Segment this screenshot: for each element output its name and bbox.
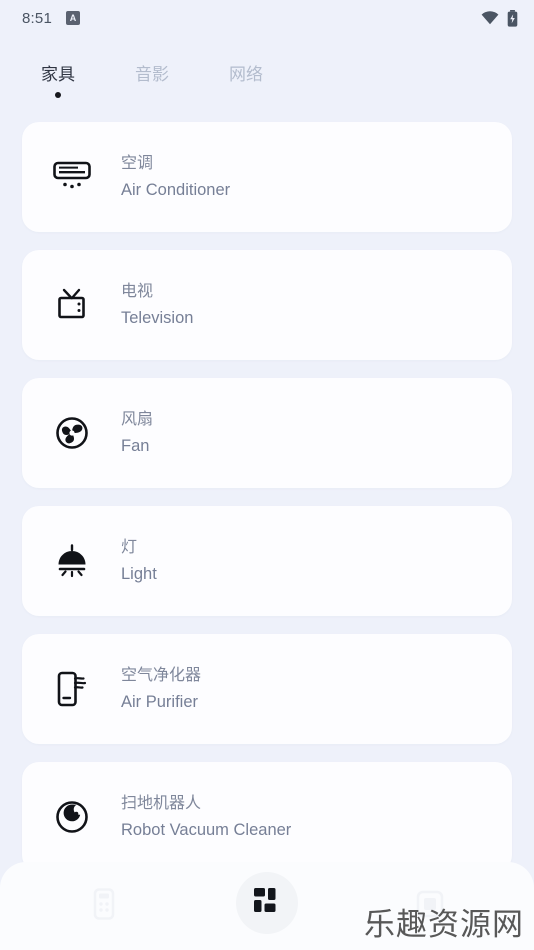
device-name-en: Air Purifier xyxy=(121,693,199,712)
device-name-cn: 电视 xyxy=(121,282,154,300)
tab-label: 网络 xyxy=(229,65,263,84)
device-card-air-conditioner[interactable]: 空调 Air Conditioner xyxy=(22,122,512,232)
device-text: 电视 Television xyxy=(121,283,193,328)
air-conditioner-icon xyxy=(50,155,94,199)
tab-active-indicator xyxy=(55,92,61,99)
device-text: 风扇 Fan xyxy=(121,411,153,456)
status-bar: 8:51 A xyxy=(0,0,534,36)
device-card-fan[interactable]: 风扇 Fan xyxy=(22,378,512,488)
device-text: 扫地机器人 Robot Vacuum Cleaner xyxy=(121,795,291,840)
tab-active-indicator xyxy=(243,92,249,98)
device-name-cn: 灯 xyxy=(121,538,138,556)
device-name-en: Air Conditioner xyxy=(121,181,231,200)
app-notification-badge-icon: A xyxy=(66,11,80,25)
device-list: 空调 Air Conditioner 电视 Television 风扇 Fan … xyxy=(0,122,534,872)
device-name-cn: 空气净化器 xyxy=(121,666,202,684)
device-name-cn: 空调 xyxy=(121,154,154,172)
device-text: 灯 Light xyxy=(121,539,157,584)
scan-frame-icon xyxy=(416,890,444,923)
device-text: 空气净化器 Air Purifier xyxy=(121,667,201,712)
device-name-en: Fan xyxy=(121,437,150,456)
device-name-en: Light xyxy=(121,565,157,584)
status-bar-right xyxy=(481,9,518,27)
grid-dashboard-icon xyxy=(253,887,280,919)
status-time: 8:51 xyxy=(22,9,52,27)
device-card-television[interactable]: 电视 Television xyxy=(22,250,512,360)
nav-dashboard[interactable] xyxy=(235,872,298,934)
nav-remote-control[interactable] xyxy=(81,883,127,929)
air-purifier-icon xyxy=(50,667,94,711)
battery-charging-icon xyxy=(507,9,518,27)
device-text: 空调 Air Conditioner xyxy=(121,155,230,200)
status-bar-left: 8:51 A xyxy=(22,10,80,27)
tab-label: 音影 xyxy=(135,65,169,84)
fan-icon xyxy=(50,411,94,455)
nav-scan[interactable] xyxy=(407,883,453,929)
television-icon xyxy=(50,283,94,327)
bottom-navigation-bar xyxy=(0,862,534,950)
device-card-light[interactable]: 灯 Light xyxy=(22,506,512,616)
device-card-robot-vacuum[interactable]: 扫地机器人 Robot Vacuum Cleaner xyxy=(22,762,512,872)
category-tab-bar: 家具 音影 网络 xyxy=(0,36,534,122)
wifi-icon xyxy=(481,11,499,25)
device-name-cn: 风扇 xyxy=(121,410,154,428)
robot-vacuum-icon xyxy=(50,795,94,839)
ceiling-light-icon xyxy=(50,539,94,583)
device-name-en: Robot Vacuum Cleaner xyxy=(121,821,292,840)
device-name-en: Television xyxy=(121,309,194,328)
tab-label: 家具 xyxy=(41,65,75,84)
remote-control-icon xyxy=(92,887,116,925)
device-name-cn: 扫地机器人 xyxy=(121,794,202,812)
tab-network[interactable]: 网络 xyxy=(224,64,268,98)
tab-active-indicator xyxy=(149,92,155,98)
tab-furniture[interactable]: 家具 xyxy=(36,64,80,99)
device-card-air-purifier[interactable]: 空气净化器 Air Purifier xyxy=(22,634,512,744)
tab-audio-video[interactable]: 音影 xyxy=(130,64,174,98)
